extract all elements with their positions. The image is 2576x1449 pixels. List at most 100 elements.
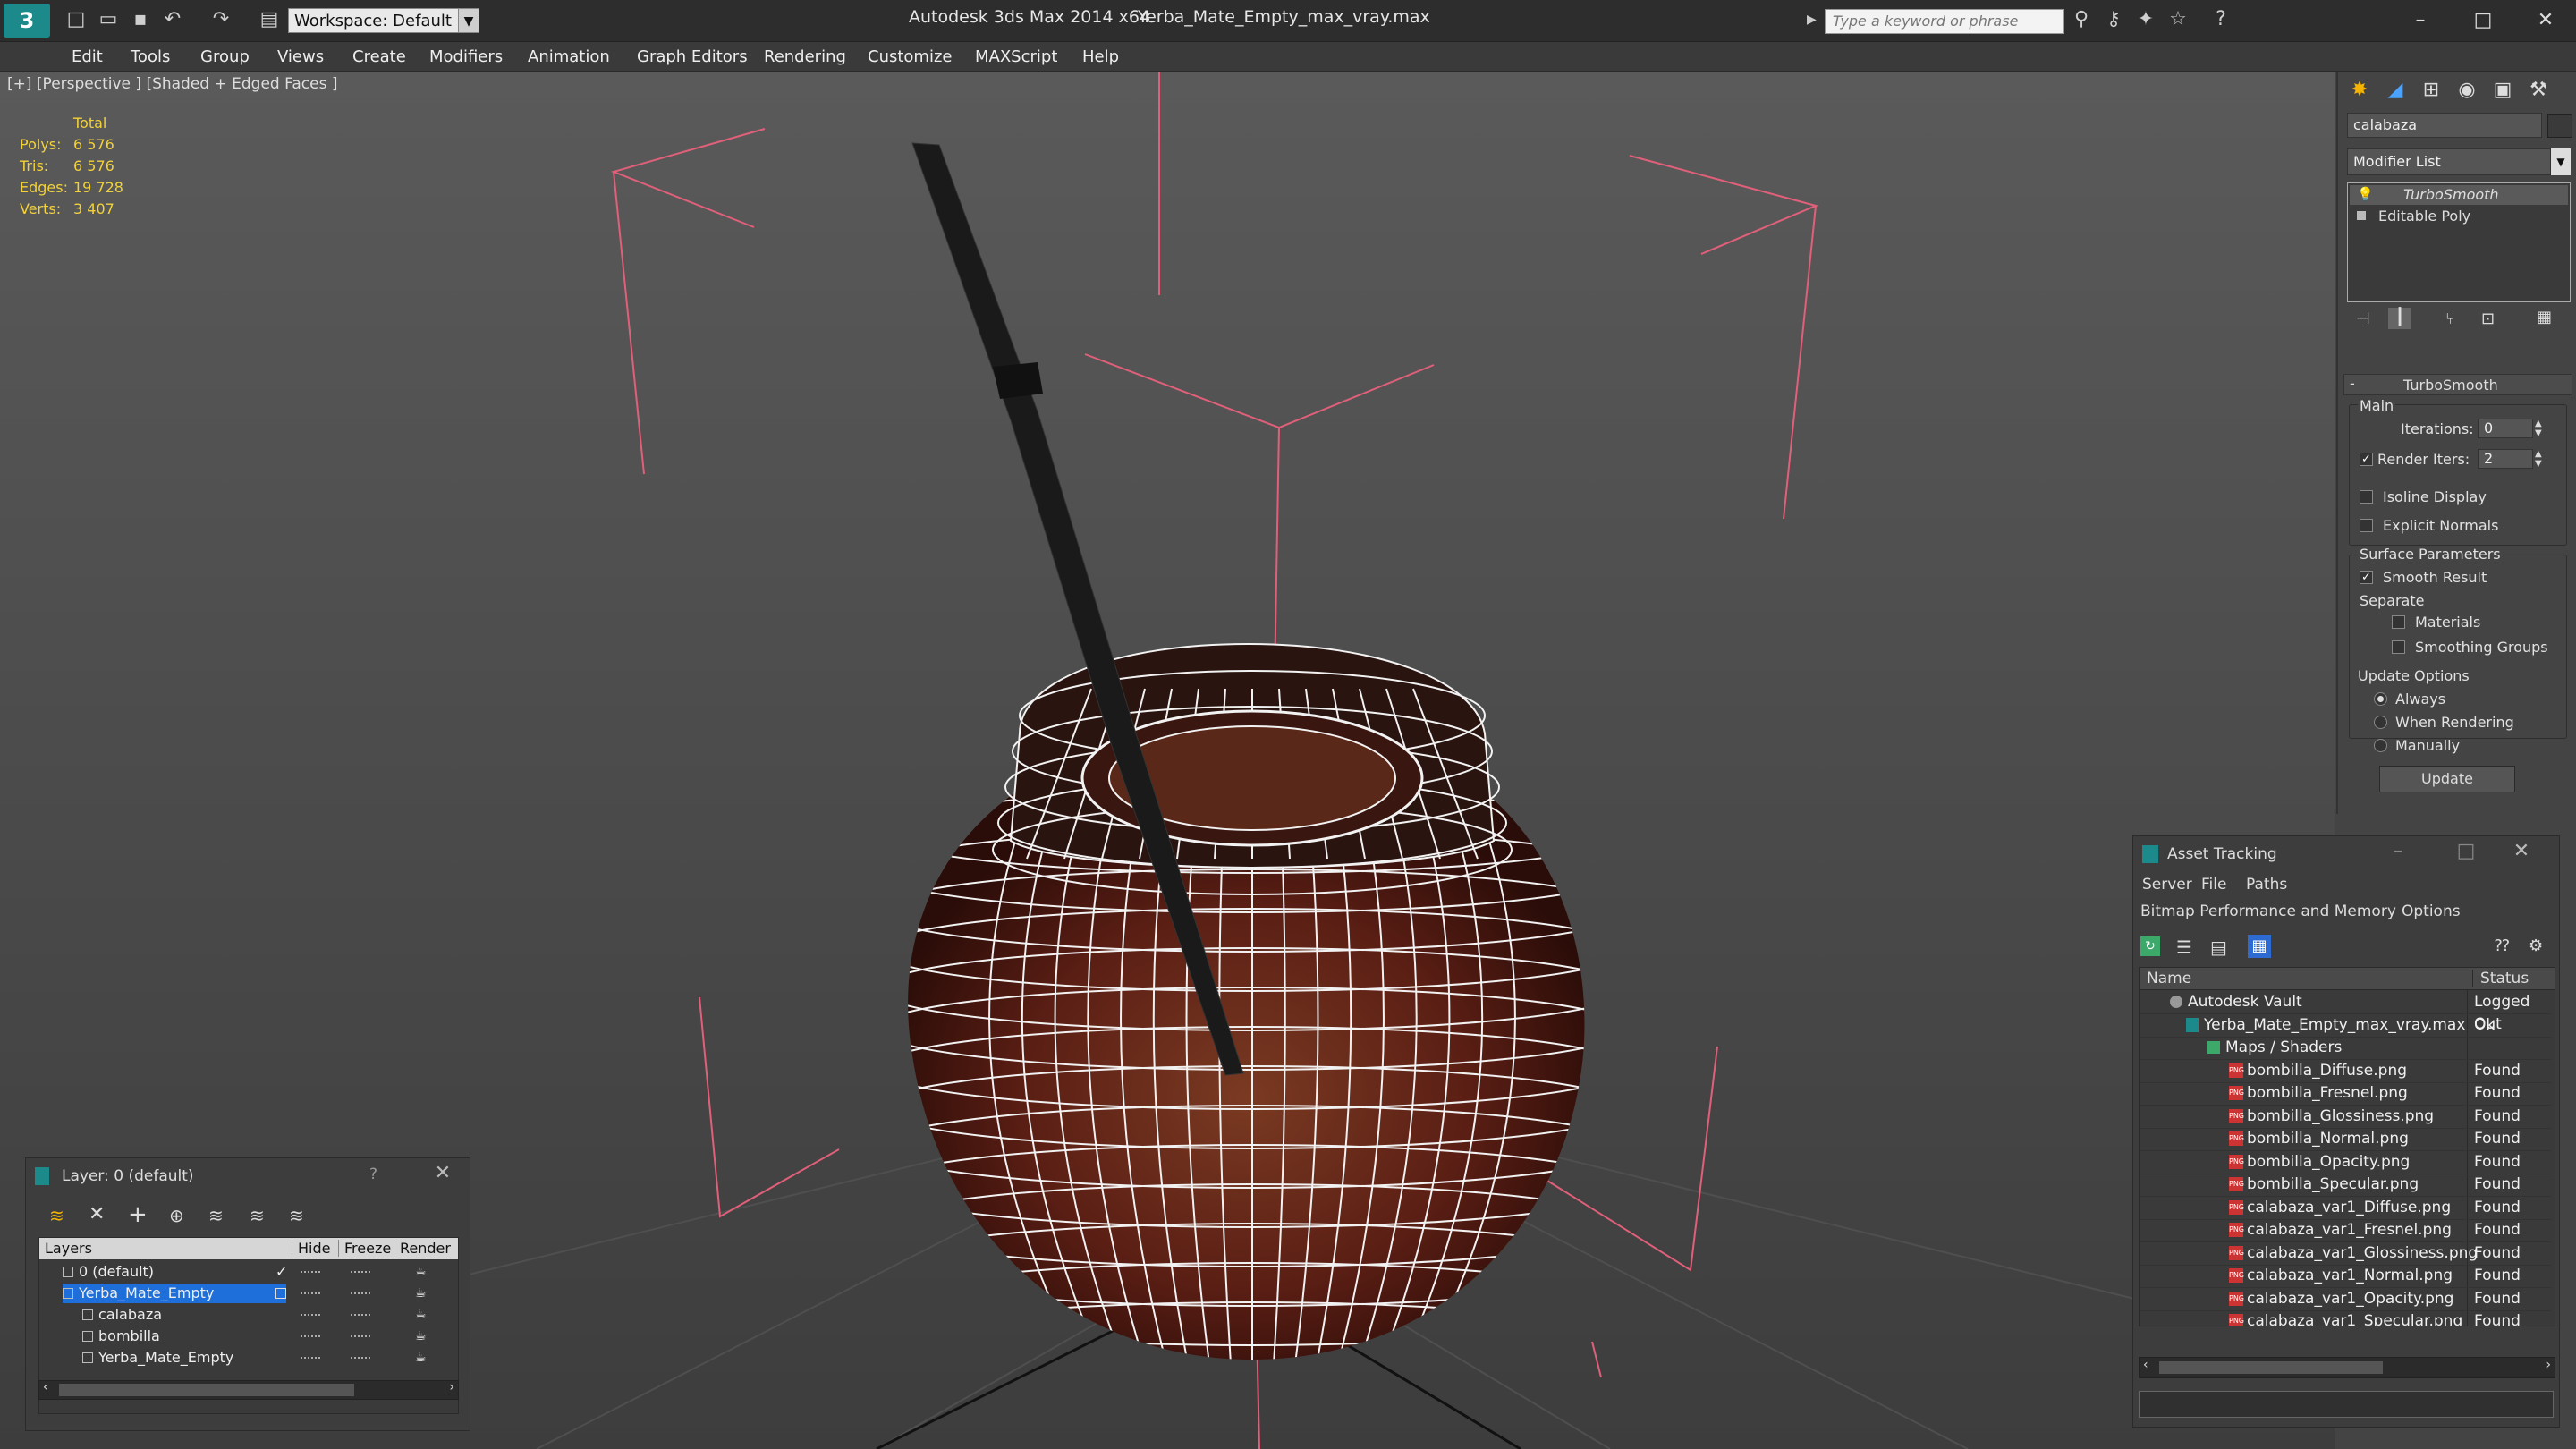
render-iters-checkbox[interactable]: ✓ <box>2360 453 2373 466</box>
spinner-arrows-icon[interactable]: ▲ ▼ <box>2535 419 2542 438</box>
minimize-button[interactable]: – <box>2402 5 2438 36</box>
menu-tools[interactable]: Tools <box>131 47 170 66</box>
save-file-icon[interactable]: ▪ <box>129 9 152 30</box>
table-row[interactable]: PNG calabaza_var1_Opacity.png Found <box>2140 1288 2551 1311</box>
freeze-toggle[interactable] <box>351 1357 370 1362</box>
search-arrow-icon[interactable]: ▶ <box>1807 13 1817 27</box>
menu-options[interactable]: Options <box>2402 902 2461 920</box>
remove-modifier-icon[interactable]: ⊡ <box>2481 309 2495 328</box>
table-row[interactable]: PNG calabaza_var1_Normal.png Found <box>2140 1265 2551 1288</box>
column-name[interactable]: Name <box>2147 970 2191 987</box>
help-button[interactable]: ? <box>369 1165 377 1183</box>
scrollbar-thumb[interactable] <box>2159 1361 2383 1374</box>
table-row[interactable]: PNG bombilla_Fresnel.png Found <box>2140 1082 2551 1106</box>
subscription-icon[interactable]: ✦ <box>2134 9 2157 30</box>
menu-server[interactable]: Server <box>2142 876 2192 894</box>
menu-edit[interactable]: Edit <box>72 47 103 66</box>
help-icon[interactable]: ? <box>2209 9 2233 30</box>
delete-layer-icon[interactable]: ✕ <box>89 1203 105 1225</box>
new-file-icon[interactable]: □ <box>64 9 88 30</box>
hide-toggle[interactable] <box>301 1271 320 1276</box>
hide-toggle[interactable] <box>301 1292 320 1298</box>
menu-animation[interactable]: Animation <box>528 47 610 66</box>
menu-modifiers[interactable]: Modifiers <box>429 47 503 66</box>
lightbulb-icon[interactable]: 💡 <box>2357 186 2374 202</box>
materials-checkbox[interactable] <box>2392 615 2405 629</box>
scrollbar-thumb[interactable] <box>59 1384 354 1396</box>
horizontal-scrollbar[interactable]: ‹ › <box>2139 1357 2555 1378</box>
redo-icon[interactable]: ↷ <box>209 9 233 30</box>
close-button[interactable]: ✕ <box>2528 5 2563 36</box>
hide-toggle[interactable] <box>301 1357 320 1362</box>
menu-paths[interactable]: Paths <box>2246 876 2287 894</box>
smoothing-groups-checkbox[interactable] <box>2392 640 2405 654</box>
table-row[interactable]: PNG calabaza_var1_Glossiness.png Found <box>2140 1242 2551 1266</box>
show-end-result-icon[interactable]: ┃ <box>2388 308 2411 329</box>
layer-row[interactable]: Yerba_Mate_Empty ☕ <box>41 1283 453 1304</box>
scroll-left-icon[interactable]: ‹ <box>43 1380 48 1394</box>
smooth-result-checkbox[interactable]: ✓ <box>2360 571 2373 584</box>
menu-views[interactable]: Views <box>277 47 324 66</box>
column-render[interactable]: Render <box>394 1240 451 1257</box>
when-rendering-radio[interactable] <box>2374 716 2387 729</box>
freeze-toggle[interactable] <box>351 1271 370 1276</box>
menu-group[interactable]: Group <box>200 47 250 66</box>
table-row[interactable]: Yerba_Mate_Empty_max_vray.max Ok <box>2140 1014 2551 1038</box>
column-layers[interactable]: Layers <box>45 1240 92 1257</box>
create-layer-icon[interactable]: ≋ <box>49 1205 64 1226</box>
rollout-header[interactable]: - TurboSmooth <box>2343 374 2572 395</box>
freeze-all-layers-icon[interactable]: ≋ <box>289 1205 304 1226</box>
collapse-icon[interactable]: - <box>2350 375 2355 392</box>
configure-sets-icon[interactable]: ▦ <box>2537 308 2552 326</box>
freeze-toggle[interactable] <box>351 1292 370 1298</box>
add-to-layer-icon[interactable]: + <box>128 1201 148 1228</box>
minimize-button[interactable]: – <box>2380 836 2416 867</box>
favorites-star-icon[interactable]: ☆ <box>2166 9 2190 30</box>
search-input[interactable]: Type a keyword or phrase <box>1825 9 2064 34</box>
table-row[interactable]: Autodesk Vault Logged Out <box>2140 991 2551 1033</box>
select-objects-icon[interactable]: ⊕ <box>169 1205 184 1226</box>
highlight-layer-icon[interactable]: ≋ <box>208 1205 224 1226</box>
modifier-list-dropdown[interactable]: Modifier List <box>2347 148 2551 175</box>
freeze-toggle[interactable] <box>351 1314 370 1319</box>
hide-toggle[interactable] <box>301 1314 320 1319</box>
render-teapot-icon[interactable]: ☕ <box>415 1304 427 1326</box>
detail-view-icon[interactable]: ▤ <box>2210 936 2227 958</box>
menu-maxscript[interactable]: MAXScript <box>975 47 1057 66</box>
key-icon[interactable]: ⚷ <box>2102 9 2125 30</box>
freeze-toggle[interactable] <box>351 1335 370 1341</box>
display-tab-icon[interactable]: ▣ <box>2487 75 2519 106</box>
table-row[interactable]: PNG bombilla_Opacity.png Found <box>2140 1151 2551 1174</box>
table-view-icon[interactable]: ▦ <box>2248 935 2271 958</box>
iterations-spinner[interactable]: 0 <box>2478 419 2533 438</box>
pin-stack-icon[interactable]: ⊣ <box>2356 309 2370 328</box>
menu-rendering[interactable]: Rendering <box>764 47 846 66</box>
open-file-icon[interactable]: ▭ <box>97 9 120 30</box>
chevron-down-icon[interactable]: ▼ <box>2551 148 2571 175</box>
active-layer-check-icon[interactable]: ✓ <box>275 1261 287 1283</box>
hierarchy-tab-icon[interactable]: ⊞ <box>2415 75 2447 106</box>
update-button[interactable]: Update <box>2379 766 2515 792</box>
table-row[interactable]: PNG calabaza_var1_Fresnel.png Found <box>2140 1219 2551 1242</box>
plus-expand-icon[interactable] <box>2357 211 2366 220</box>
table-row[interactable]: PNG calabaza_var1_Diffuse.png Found <box>2140 1197 2551 1220</box>
table-row[interactable]: PNG bombilla_Specular.png Found <box>2140 1174 2551 1197</box>
scroll-left-icon[interactable]: ‹ <box>2143 1358 2148 1372</box>
scroll-right-icon[interactable]: › <box>449 1380 454 1394</box>
set-current-layer-icon[interactable] <box>275 1288 286 1299</box>
menu-file[interactable]: File <box>2201 876 2226 894</box>
column-freeze[interactable]: Freeze <box>338 1240 391 1257</box>
maximize-button[interactable]: □ <box>2465 5 2501 36</box>
always-radio[interactable] <box>2374 692 2387 706</box>
make-unique-icon[interactable]: ⑂ <box>2445 309 2455 328</box>
close-button[interactable]: ✕ <box>425 1158 461 1189</box>
stack-item-editable-poly[interactable]: Editable Poly <box>2350 207 2568 226</box>
create-tab-icon[interactable]: ✸ <box>2343 75 2376 106</box>
layer-row[interactable]: 0 (default) ✓ ☕ <box>41 1261 453 1283</box>
horizontal-scrollbar[interactable]: ‹ › <box>38 1380 459 1400</box>
layer-row[interactable]: bombilla ☕ <box>41 1326 453 1347</box>
table-row[interactable]: PNG bombilla_Glossiness.png Found <box>2140 1106 2551 1129</box>
settings-icon[interactable]: ⚙ <box>2529 936 2543 955</box>
render-teapot-icon[interactable]: ☕ <box>415 1326 427 1347</box>
menu-bitmap-performance[interactable]: Bitmap Performance and Memory <box>2140 902 2396 920</box>
